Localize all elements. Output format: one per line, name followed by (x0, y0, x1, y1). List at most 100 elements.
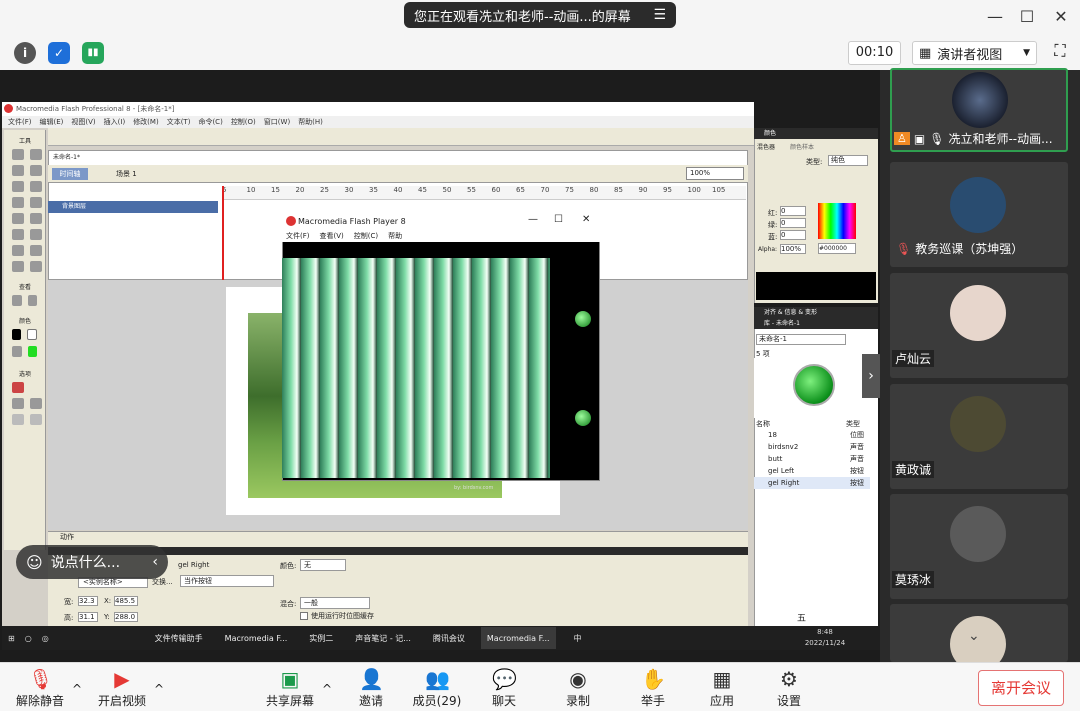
zoom-tool-icon[interactable] (27, 295, 37, 306)
blend-select[interactable]: 一般 (300, 597, 370, 609)
fill-type-select[interactable]: 纯色 (828, 155, 868, 166)
swap-button[interactable]: 交换... (152, 577, 173, 587)
red-input[interactable]: 0 (780, 206, 806, 216)
share-screen-button[interactable]: ▣ 共享屏幕 (258, 668, 322, 710)
playhead[interactable] (222, 186, 224, 280)
player-minimize-icon[interactable]: — (528, 214, 538, 225)
menu-control[interactable]: 控制(O) (231, 116, 256, 128)
width-input[interactable]: 32.3 (78, 596, 98, 606)
library-col-type[interactable]: 类型 (846, 419, 860, 429)
library-item[interactable]: gel Left 按钮 (754, 465, 870, 477)
actions-panel-label[interactable]: 动作 (48, 531, 748, 541)
apps-button[interactable]: ▦ 应用 (690, 668, 754, 710)
ink-tool-icon[interactable] (12, 245, 24, 256)
task-view-icon[interactable]: ◎ (42, 634, 49, 643)
menu-view[interactable]: 视图(V) (71, 116, 95, 128)
straighten-icon[interactable] (30, 398, 42, 409)
emoji-icon[interactable]: ☺ (26, 553, 43, 572)
chat-input-pill[interactable]: ☺ 说点什么... ‹ (16, 545, 168, 579)
lasso-tool-icon[interactable] (30, 181, 42, 192)
library-item[interactable]: birdsnv2 声音 (754, 441, 870, 453)
rect-tool-icon[interactable] (30, 213, 42, 224)
video-button[interactable]: ▶ 开启视频 (90, 668, 154, 710)
gel-right-button[interactable] (575, 410, 591, 426)
bucket-tool-icon[interactable] (30, 245, 42, 256)
fill-bucket-icon[interactable] (12, 346, 22, 357)
brush-tool-icon[interactable] (30, 229, 42, 240)
player-menu-view[interactable]: 查看(V) (320, 230, 344, 242)
library-item[interactable]: butt 声音 (754, 453, 870, 465)
stroke-color-swatch[interactable] (12, 329, 22, 340)
chat-button[interactable]: 💬 聊天 (472, 668, 536, 710)
y-input[interactable]: 288.0 (114, 612, 138, 622)
no-color-swatch[interactable] (27, 329, 37, 340)
signal-icon[interactable]: ▮▮ (82, 42, 104, 64)
chevron-up-icon[interactable]: ^ (322, 682, 332, 696)
mute-button[interactable]: 🎙 解除静音 (8, 668, 72, 710)
menu-help[interactable]: 帮助(H) (298, 116, 323, 128)
fill-color-swatch[interactable] (27, 346, 37, 357)
ime-label-2[interactable]: 五 (797, 611, 806, 624)
align-panel-title[interactable]: 对齐 & 信息 & 变形 (754, 307, 878, 318)
menu-icon[interactable]: ☰ (653, 7, 666, 23)
invite-button[interactable]: 👤 邀请 (339, 668, 403, 710)
zoom-select[interactable]: 100% (686, 167, 744, 180)
raise-hand-button[interactable]: ✋ 举手 (621, 668, 685, 710)
player-menu-control[interactable]: 控制(C) (354, 230, 378, 242)
smooth-icon[interactable] (12, 398, 24, 409)
fullscreen-icon[interactable]: ⛶ (1049, 41, 1071, 63)
menu-text[interactable]: 文本(T) (167, 116, 191, 128)
transform-tool-icon[interactable] (12, 165, 24, 176)
menu-file[interactable]: 文件(F) (8, 116, 32, 128)
chevron-up-icon[interactable]: ^ (154, 682, 164, 696)
player-close-icon[interactable]: ✕ (582, 214, 590, 225)
maximize-icon[interactable]: ☐ (1018, 8, 1036, 26)
oval-tool-icon[interactable] (12, 213, 24, 224)
pencil-tool-icon[interactable] (12, 229, 24, 240)
search-icon[interactable]: ○ (25, 634, 32, 643)
leave-meeting-button[interactable]: 离开会议 (978, 670, 1064, 706)
close-icon[interactable]: ✕ (1052, 8, 1070, 26)
view-mode-select[interactable]: ▦ 演讲者视图 ▼ (912, 41, 1037, 65)
chevron-left-icon[interactable]: ‹ (152, 554, 158, 570)
menu-edit[interactable]: 编辑(E) (40, 116, 64, 128)
collapse-panel-icon[interactable]: › (862, 354, 880, 398)
type-select[interactable]: 当作按钮 (180, 575, 274, 587)
pen-tool-icon[interactable] (12, 197, 24, 208)
tab-mixer[interactable]: 混色器 (757, 142, 775, 151)
cache-checkbox[interactable] (300, 612, 308, 620)
gel-left-button[interactable] (575, 311, 591, 327)
library-item[interactable]: 18 位图 (754, 429, 870, 441)
task-flash-1[interactable]: Macromedia F... (219, 627, 294, 649)
scene-label[interactable]: 场景 1 (116, 168, 137, 180)
doc-tab[interactable]: 未命名-1* (50, 152, 90, 164)
fill-transform-icon[interactable] (30, 165, 42, 176)
task-meeting[interactable]: 腾讯会议 (427, 627, 471, 649)
minimize-icon[interactable]: — (986, 8, 1004, 26)
settings-button[interactable]: ⚙ 设置 (757, 668, 821, 710)
dropper-tool-icon[interactable] (12, 261, 24, 272)
color-select[interactable]: 无 (300, 559, 346, 571)
task-flash-2[interactable]: Macromedia F... (480, 627, 556, 649)
library-col-name[interactable]: 名称 (756, 419, 770, 429)
chevron-up-icon[interactable]: ^ (72, 682, 82, 696)
player-maximize-icon[interactable]: ☐ (554, 214, 563, 225)
participant-tile[interactable]: ⌄ (890, 604, 1068, 672)
color-spectrum[interactable] (818, 203, 856, 239)
participant-tile-speaker[interactable]: ♙ ▣ 🎙 冼立和老师--动画... (890, 68, 1068, 152)
text-tool-icon[interactable] (30, 197, 42, 208)
menu-modify[interactable]: 修改(M) (133, 116, 159, 128)
system-clock[interactable]: 8:48 2022/11/24 (800, 627, 850, 649)
ime-label[interactable]: 中 (574, 633, 582, 644)
windows-start-icon[interactable]: ⊞ (8, 634, 15, 643)
x-input[interactable]: 485.5 (114, 596, 138, 606)
task-folder[interactable]: 实例二 (303, 627, 339, 649)
eraser-tool-icon[interactable] (30, 261, 42, 272)
height-input[interactable]: 31.1 (78, 612, 98, 622)
library-title[interactable]: 库 - 未命名-1 (754, 318, 878, 329)
menu-insert[interactable]: 插入(I) (104, 116, 126, 128)
task-wechat-file[interactable]: 文件传输助手 (149, 627, 209, 649)
library-item-selected[interactable]: gel Right 按钮 (754, 477, 870, 489)
arrow-tool-icon[interactable] (12, 149, 24, 160)
alpha-input[interactable]: 100% (780, 244, 806, 254)
